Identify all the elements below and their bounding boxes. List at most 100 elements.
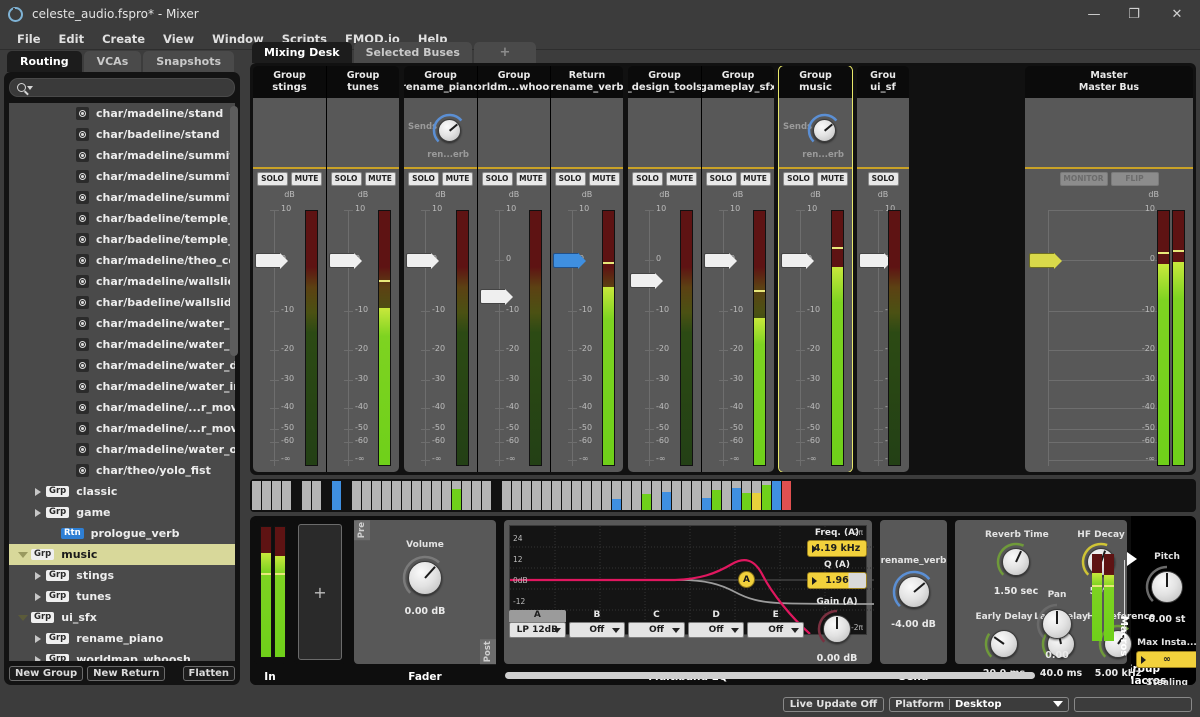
overview-cell[interactable] (442, 481, 451, 510)
knob-dial[interactable] (990, 630, 1018, 658)
solo-button[interactable]: SOLO (868, 172, 899, 186)
fader-post-tab[interactable]: Post (480, 639, 496, 664)
channel-strip[interactable]: GrouptunesSOLOMUTEdB100-10-20-30-40-50-6… (326, 66, 399, 472)
overview-cell[interactable] (252, 481, 261, 510)
overview-cell[interactable] (352, 481, 361, 510)
overview-cell[interactable] (392, 481, 401, 510)
tab-selected-buses[interactable]: Selected Buses (354, 42, 472, 63)
master-fader-handle[interactable] (1029, 253, 1055, 268)
overview-cell[interactable] (732, 481, 741, 510)
overview-cell[interactable] (782, 481, 791, 510)
fader-handle[interactable] (781, 253, 807, 268)
overview-cell[interactable] (492, 481, 501, 510)
overview-cell[interactable] (552, 481, 561, 510)
channel-strip[interactable]: Grouui_sfSOLOdB100-10-20-30-40-50-60-∞ (857, 66, 909, 472)
tree-row[interactable]: char/madeline/...r_move_general (9, 397, 235, 418)
platform-selector[interactable]: Platform Desktop (889, 697, 1069, 712)
overview-cell[interactable] (422, 481, 431, 510)
minimize-icon[interactable]: — (1074, 0, 1114, 28)
overview-cell[interactable] (642, 481, 651, 510)
overview-cell[interactable] (272, 481, 281, 510)
overview-cell[interactable] (682, 481, 691, 510)
fader-handle[interactable] (255, 253, 281, 268)
knob-dial[interactable] (1151, 571, 1183, 603)
status-search-field[interactable] (1074, 697, 1192, 712)
overview-cell[interactable] (462, 481, 471, 510)
tree-row[interactable]: char/madeline/water_in (9, 376, 235, 397)
menu-item-create[interactable]: Create (93, 30, 154, 48)
eq-band-mode-select[interactable]: Off (628, 622, 685, 638)
search-input[interactable] (9, 78, 235, 97)
tree-row[interactable]: Grpgame (9, 502, 235, 523)
overview-cell[interactable] (412, 481, 421, 510)
tree-row[interactable]: char/madeline/summit_flytonext (9, 166, 235, 187)
tree-row[interactable]: char/madeline/summit_sit (9, 187, 235, 208)
overview-cell[interactable] (702, 481, 711, 510)
overview-cell[interactable] (512, 481, 521, 510)
flatten-button[interactable]: Flatten (183, 666, 235, 681)
monitor-button[interactable]: MONITOR (1060, 172, 1108, 186)
chevron-right-icon[interactable] (35, 572, 41, 580)
overview-cell[interactable] (692, 481, 701, 510)
close-icon[interactable]: ✕ (1154, 0, 1200, 28)
master-bus-strip[interactable]: MasterMaster BusMONITORFLIPdB100-10-20-3… (1025, 66, 1193, 472)
overview-cell[interactable] (572, 481, 581, 510)
overview-cell[interactable] (652, 481, 661, 510)
knob-dial[interactable] (898, 576, 930, 608)
maximize-icon[interactable]: ❐ (1114, 0, 1154, 28)
routing-tree[interactable]: char/madeline/standchar/badeline/standch… (9, 103, 235, 661)
overview-cell[interactable] (472, 481, 481, 510)
overview-cell[interactable] (582, 481, 591, 510)
tab-routing[interactable]: Routing (7, 51, 82, 72)
knob-dial[interactable] (1042, 609, 1072, 639)
knob-dial[interactable] (438, 119, 461, 142)
tree-row[interactable]: char/badeline/temple_move_chats (9, 208, 235, 229)
deck-horizontal-scrollbar[interactable] (505, 672, 1035, 679)
solo-button[interactable]: SOLO (257, 172, 288, 186)
overview-cell[interactable] (562, 481, 571, 510)
eq-band-mode-select[interactable]: LP 12dB (509, 622, 566, 638)
tree-row[interactable]: char/badeline/wallslide (9, 292, 235, 313)
mute-button[interactable]: MUTE (817, 172, 848, 186)
channel-strip[interactable]: Grouprename_pianoSendsren...erbSOLOMUTEd… (404, 66, 477, 472)
chevron-right-icon[interactable] (35, 488, 41, 496)
solo-button[interactable]: SOLO (408, 172, 439, 186)
channel-strip[interactable]: GroupstingsSOLOMUTEdB100-10-20-30-40-50-… (253, 66, 326, 472)
channel-strip[interactable]: Group_design_toolsSOLOMUTEdB100-10-20-30… (628, 66, 701, 472)
overview-cell[interactable] (602, 481, 611, 510)
eq-band-mode-select[interactable]: Off (747, 622, 804, 638)
tree-row[interactable]: char/madeline/wallslide (9, 271, 235, 292)
overview-cell[interactable] (452, 481, 461, 510)
eq-q-value[interactable]: 1.96 (807, 572, 867, 589)
overview-cell[interactable] (342, 481, 351, 510)
tree-row[interactable]: char/madeline/water_out (9, 439, 235, 460)
overview-cell[interactable] (382, 481, 391, 510)
overview-cell[interactable] (632, 481, 641, 510)
menu-item-file[interactable]: File (8, 30, 50, 48)
overview-cell[interactable] (372, 481, 381, 510)
chevron-down-icon[interactable] (18, 615, 28, 621)
mute-button[interactable]: MUTE (365, 172, 396, 186)
solo-button[interactable]: SOLO (783, 172, 814, 186)
eq-freq-value[interactable]: 4.19 kHz (807, 540, 867, 557)
solo-button[interactable]: SOLO (632, 172, 663, 186)
tab-add-new[interactable]: + (474, 42, 536, 63)
tab-snapshots[interactable]: Snapshots (143, 51, 234, 72)
fader-handle[interactable] (704, 253, 730, 268)
overview-cell[interactable] (482, 481, 491, 510)
tree-row[interactable]: Grpworldmap_whoosh (9, 649, 235, 661)
overview-cell[interactable] (332, 481, 341, 510)
chevron-right-icon[interactable] (35, 509, 41, 517)
tree-row[interactable]: char/madeline/...r_move_shallow (9, 418, 235, 439)
fader-handle[interactable] (859, 253, 885, 268)
tree-row[interactable]: char/madeline/theo_collapse (9, 250, 235, 271)
mute-button[interactable]: MUTE (516, 172, 547, 186)
overview-cell[interactable] (672, 481, 681, 510)
mute-button[interactable]: MUTE (589, 172, 620, 186)
new-group-button[interactable]: New Group (9, 666, 83, 681)
overview-cell[interactable] (522, 481, 531, 510)
overview-cell[interactable] (762, 481, 771, 510)
add-effect-button[interactable]: + (298, 524, 342, 660)
tree-row[interactable]: char/theo/yolo_fist (9, 460, 235, 481)
eq-band-mode-select[interactable]: Off (688, 622, 745, 638)
